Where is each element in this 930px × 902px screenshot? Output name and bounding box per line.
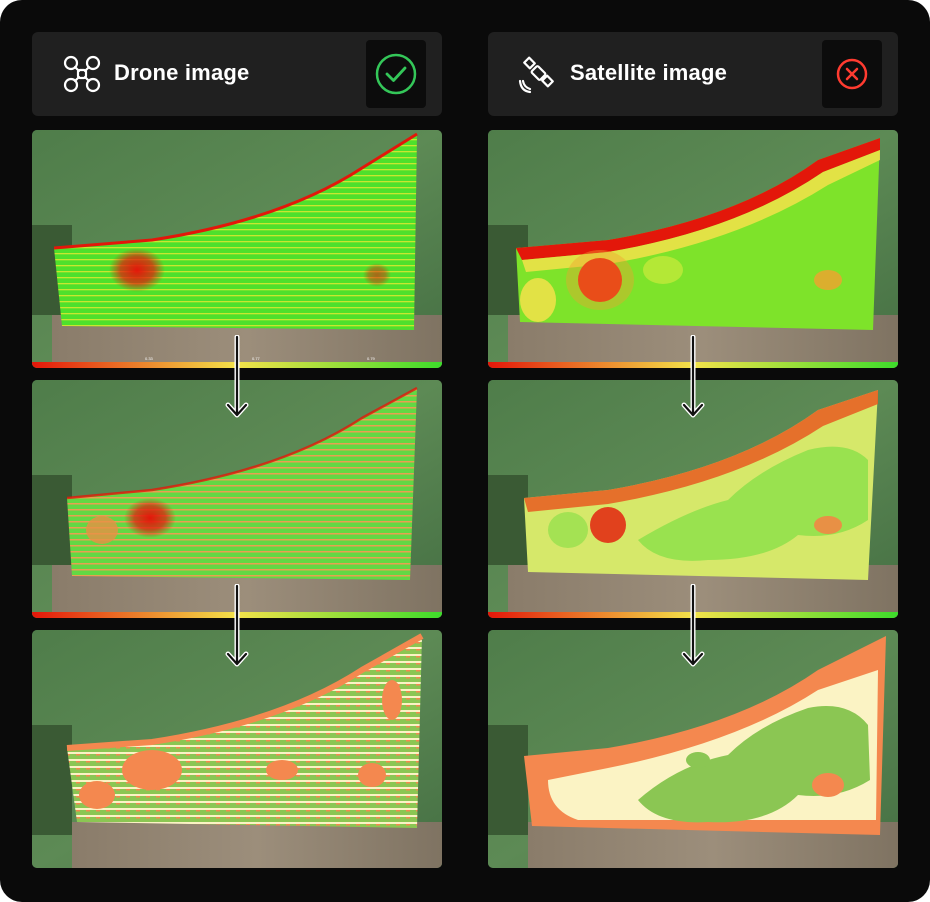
down-arrow-icon [225, 584, 249, 667]
satellite-title: Satellite image [570, 60, 728, 85]
comparison-frame: Drone image Satellite image 0.33 0.77 0.… [0, 0, 930, 902]
scale-label-3: 0.79 [367, 356, 376, 361]
drone-icon [62, 54, 102, 94]
satellite-status [822, 40, 882, 108]
down-arrow-icon [225, 335, 249, 418]
scale-label-2: 0.77 [252, 356, 261, 361]
drone-title: Drone image [114, 60, 250, 85]
check-icon [375, 53, 417, 95]
drone-header: Drone image [32, 32, 442, 116]
drone-status [366, 40, 426, 108]
down-arrow-icon [681, 335, 705, 418]
satellite-ndvi-raw-panel [488, 130, 898, 368]
scale-label-1: 0.33 [145, 356, 154, 361]
x-icon [836, 58, 868, 90]
down-arrow-icon [681, 584, 705, 667]
drone-ndvi-raw-panel: 0.33 0.77 0.79 [32, 130, 442, 368]
satellite-icon [518, 54, 558, 94]
satellite-header: Satellite image [488, 32, 898, 116]
